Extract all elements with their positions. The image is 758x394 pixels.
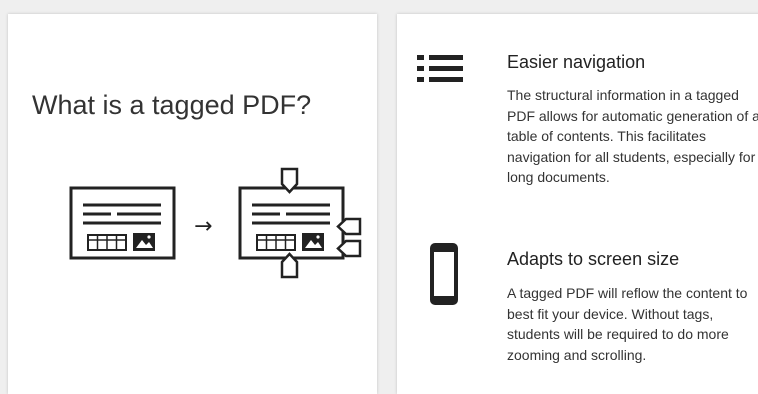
- feature-body-navigation: The structural information in a tagged P…: [507, 87, 758, 185]
- tagged-pdf-diagram: →: [69, 167, 362, 279]
- intro-card: What is a tagged PDF? →: [8, 14, 377, 394]
- features-card: Easier navigation The structural informa…: [397, 14, 758, 394]
- feature-heading-navigation: Easier navigation: [507, 52, 646, 72]
- feature-body-screen-size: A tagged PDF will reflow the content to …: [507, 285, 748, 363]
- untagged-document-icon: [69, 186, 176, 260]
- transform-arrow: →: [194, 214, 212, 239]
- tablet-icon: [430, 243, 458, 305]
- feature-heading-screen-size: Adapts to screen size: [507, 249, 680, 269]
- list-icon: [417, 55, 463, 82]
- tagged-document-icon: [238, 167, 362, 279]
